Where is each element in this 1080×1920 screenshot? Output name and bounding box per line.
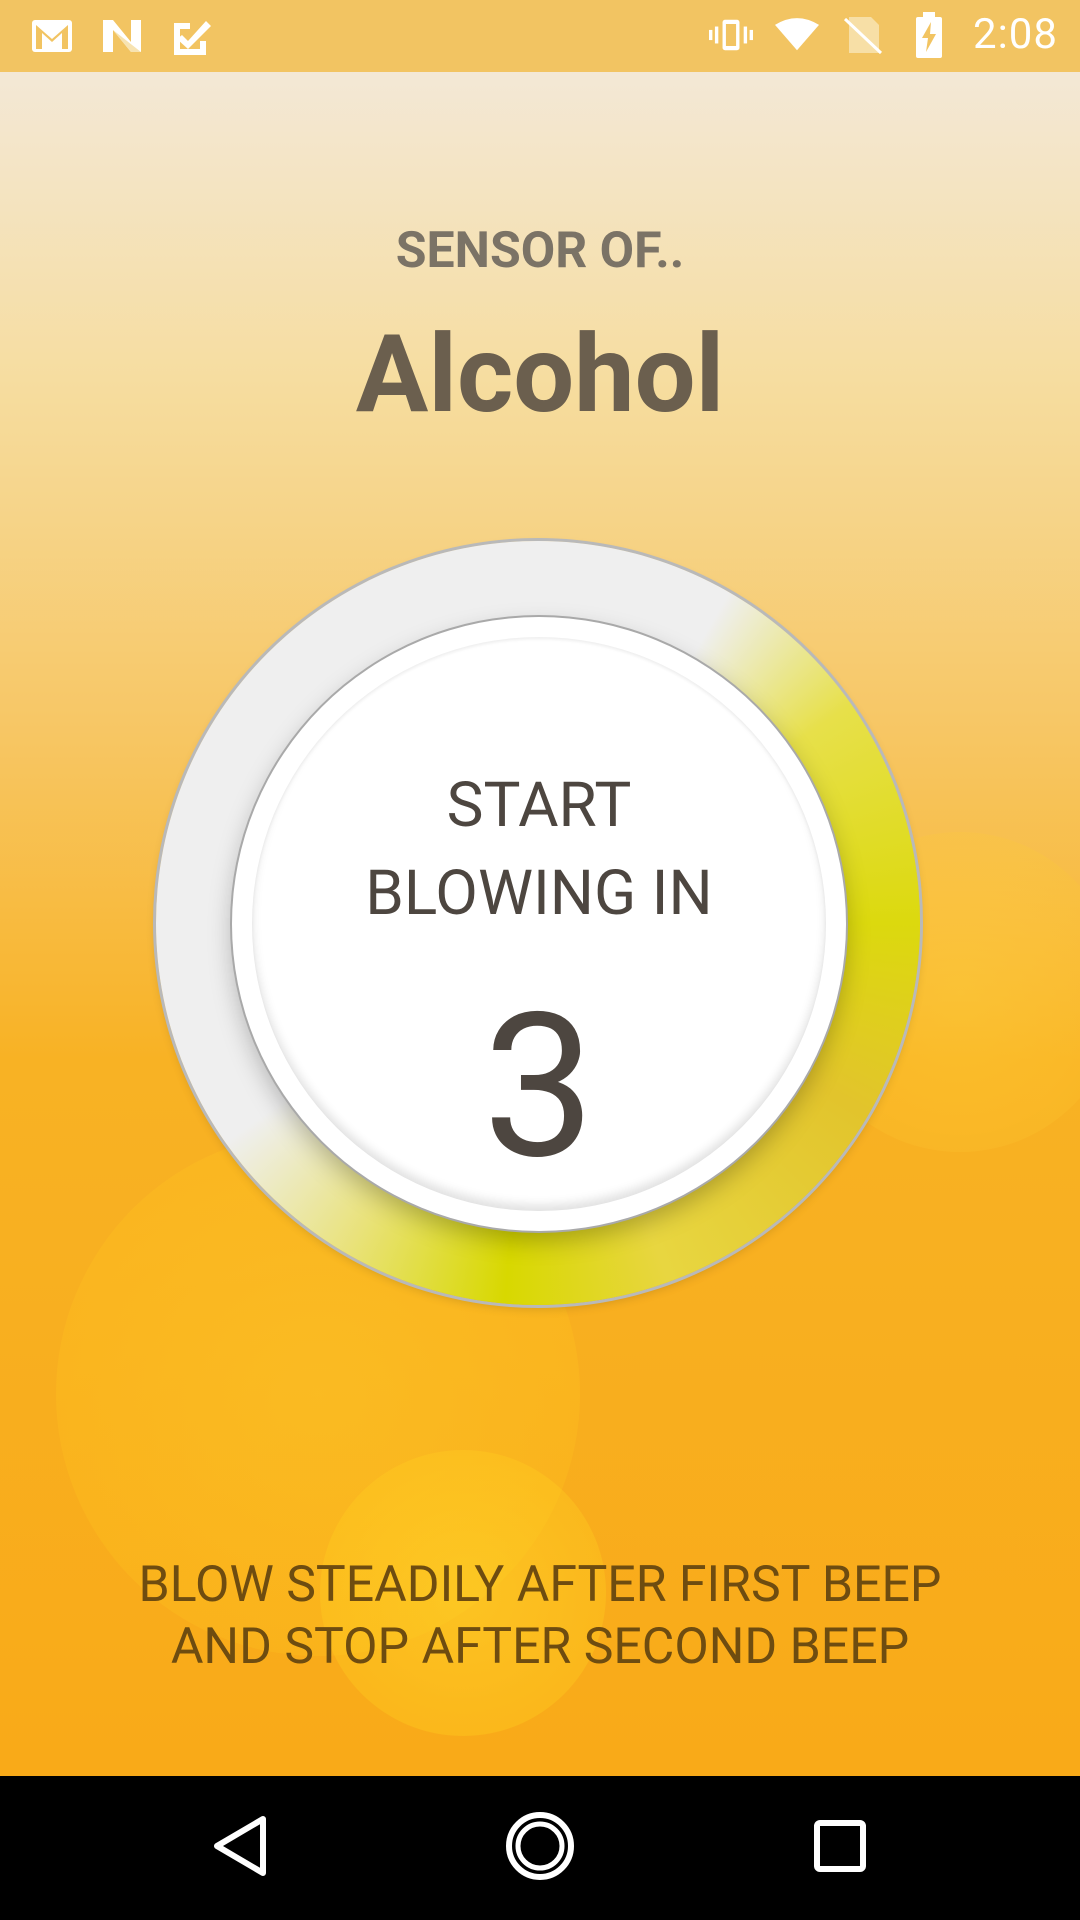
sensor-label: SENSOR OF.. bbox=[395, 222, 685, 280]
wifi-icon bbox=[775, 13, 819, 57]
n-app-icon bbox=[100, 14, 144, 58]
home-icon bbox=[505, 1811, 575, 1885]
status-bar: 2:08 bbox=[0, 0, 1080, 72]
back-button[interactable] bbox=[170, 1776, 310, 1920]
prompt-line-2: BLOWING IN bbox=[365, 857, 713, 930]
status-bar-time: 2:08 bbox=[973, 10, 1058, 59]
back-icon bbox=[211, 1815, 269, 1881]
navigation-bar bbox=[0, 1776, 1080, 1920]
gmail-icon bbox=[30, 14, 74, 58]
battery-charging-icon bbox=[907, 11, 951, 58]
sensor-screen: SENSOR OF.. Alcohol START BLOWING IN 3 B… bbox=[0, 72, 1080, 1776]
recents-icon bbox=[813, 1819, 867, 1877]
countdown-number: 3 bbox=[482, 969, 596, 1204]
vibrate-icon bbox=[709, 13, 753, 57]
status-bar-left bbox=[30, 14, 214, 58]
home-button[interactable] bbox=[470, 1776, 610, 1920]
task-check-icon bbox=[170, 14, 214, 58]
sensor-name: Alcohol bbox=[355, 312, 725, 438]
no-sim-icon bbox=[841, 13, 885, 57]
start-blowing-prompt: START BLOWING IN bbox=[252, 762, 826, 938]
status-bar-right: 2:08 bbox=[709, 10, 1058, 59]
blow-instruction: BLOW STEADILY AFTER FIRST BEEP AND STOP … bbox=[138, 1556, 942, 1676]
recents-button[interactable] bbox=[770, 1776, 910, 1920]
prompt-line-1: START bbox=[446, 769, 632, 842]
